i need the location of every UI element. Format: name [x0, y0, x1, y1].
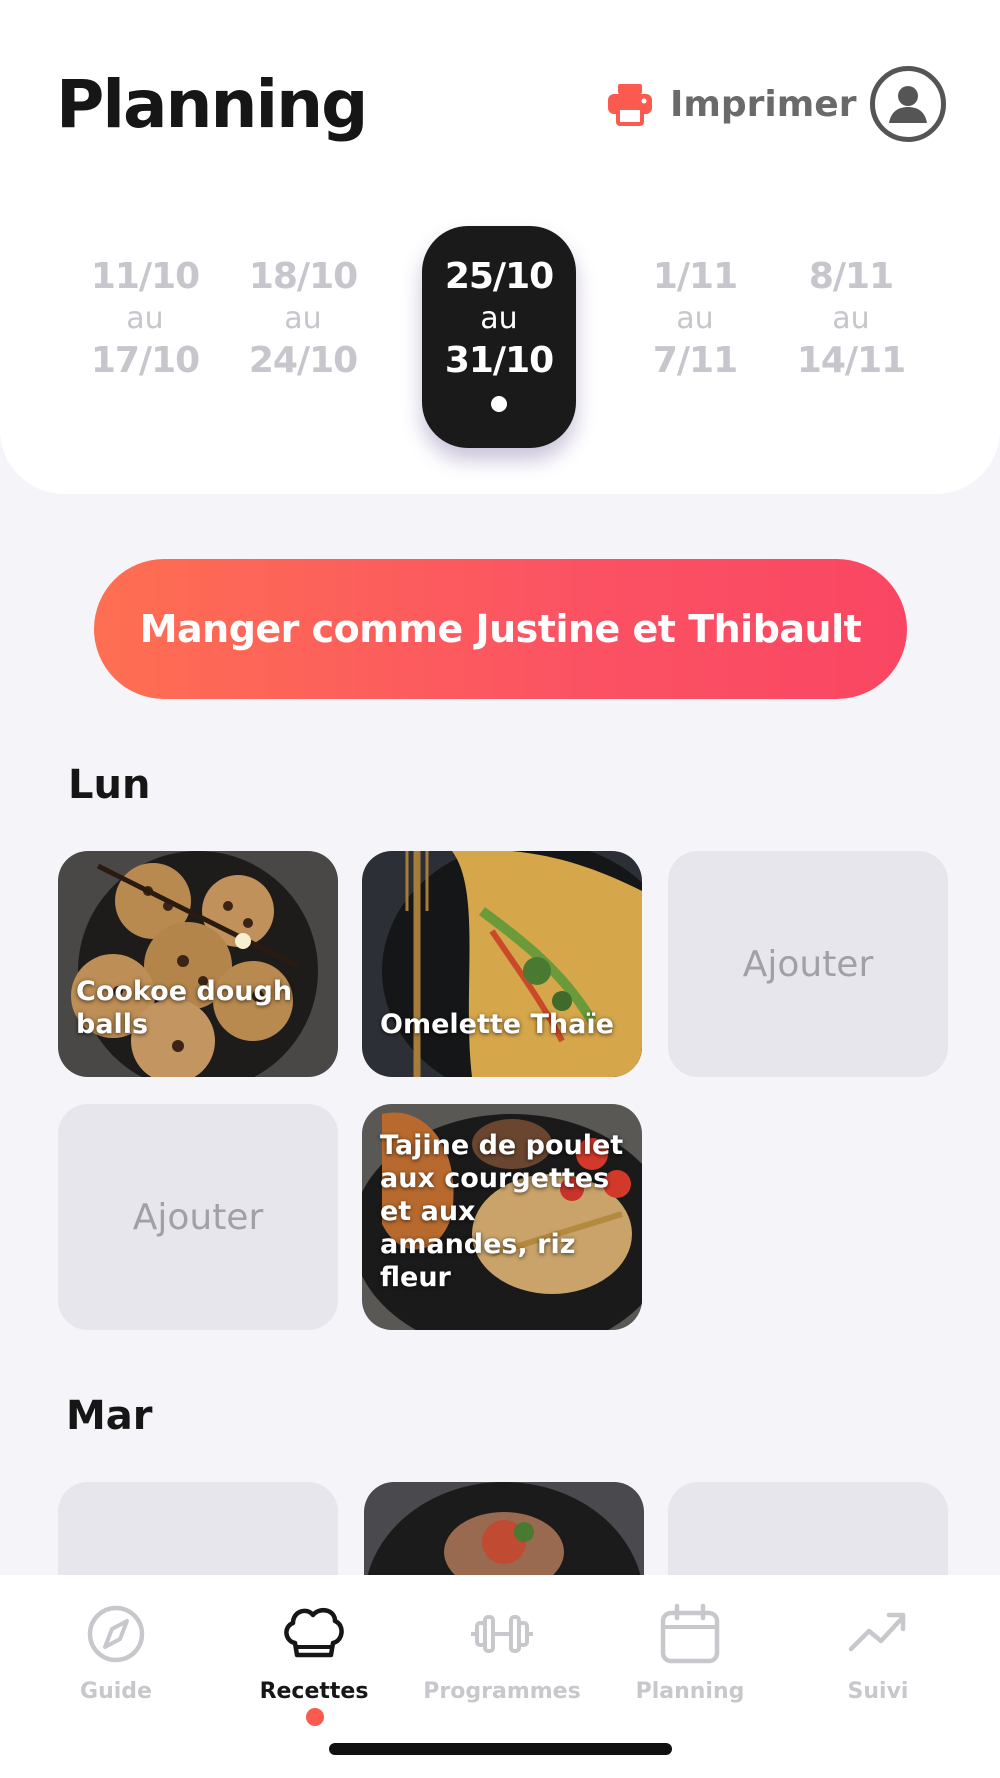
tab-guide[interactable]: Guide — [26, 1603, 206, 1704]
omelette-image — [362, 851, 642, 1077]
trend-icon — [848, 1612, 906, 1652]
week-start: 8/11 — [808, 256, 894, 297]
home-indicator[interactable] — [329, 1743, 672, 1755]
add-meal-button[interactable]: Ajouter — [58, 1104, 338, 1330]
week-end: 24/10 — [248, 340, 358, 381]
week-sep: au — [126, 301, 164, 336]
week-end: 14/11 — [796, 340, 906, 381]
tab-recettes[interactable]: Recettes — [224, 1603, 404, 1704]
week-end: 31/10 — [444, 340, 554, 381]
week-option-4[interactable]: 1/11 au 7/11 — [620, 226, 770, 448]
compass-icon — [87, 1605, 145, 1663]
cookie-dough-image — [58, 851, 338, 1077]
tab-label: Recettes — [259, 1679, 369, 1704]
print-button[interactable]: Imprimer — [606, 78, 856, 130]
day-label-lun: Lun — [68, 762, 151, 808]
week-start: 25/10 — [444, 256, 554, 297]
chef-hat-icon — [284, 1607, 344, 1658]
tab-programmes[interactable]: Programmes — [412, 1603, 592, 1704]
tab-label: Suivi — [847, 1679, 909, 1704]
week-sep: au — [480, 301, 518, 336]
print-label: Imprimer — [670, 83, 857, 125]
add-label: Ajouter — [742, 943, 874, 985]
calendar-icon — [660, 1603, 720, 1664]
meal-tile-tajine[interactable]: Tajine de poulet aux courgettes et aux a… — [362, 1104, 642, 1330]
tab-label: Planning — [635, 1679, 745, 1704]
day-label-mar: Mar — [66, 1393, 153, 1439]
week-start: 1/11 — [652, 256, 738, 297]
tab-planning[interactable]: Planning — [600, 1603, 780, 1704]
add-label: Ajouter — [132, 1196, 264, 1238]
week-end: 7/11 — [652, 340, 738, 381]
week-option-2[interactable]: 18/10 au 24/10 — [228, 226, 378, 448]
meal-tile-omelette[interactable]: Omelette Thaïe — [362, 851, 642, 1077]
week-start: 11/10 — [90, 256, 200, 297]
current-week-dot — [491, 396, 507, 412]
add-meal-button[interactable]: Ajouter — [668, 851, 948, 1077]
week-option-1[interactable]: 11/10 au 17/10 — [70, 226, 220, 448]
week-sep: au — [284, 301, 322, 336]
week-end: 17/10 — [90, 340, 200, 381]
user-icon — [889, 86, 927, 123]
tab-label: Programmes — [423, 1679, 581, 1704]
tab-suivi[interactable]: Suivi — [788, 1603, 968, 1704]
printer-icon — [608, 84, 652, 126]
week-sep: au — [832, 301, 870, 336]
week-option-5[interactable]: 8/11 au 14/11 — [776, 226, 926, 448]
active-tab-indicator — [306, 1708, 324, 1726]
week-sep: au — [676, 301, 714, 336]
profile-button[interactable] — [870, 66, 946, 142]
week-start: 18/10 — [248, 256, 358, 297]
eat-like-button[interactable]: Manger comme Justine et Thibault — [94, 559, 907, 699]
meal-title: Tajine de poulet aux courgettes et aux a… — [380, 1130, 624, 1293]
meal-title: Cookoe dough balls — [76, 976, 293, 1040]
week-option-3-active[interactable]: 25/10 au 31/10 — [422, 226, 576, 448]
tab-label: Guide — [80, 1679, 152, 1704]
meal-title: Omelette Thaïe — [380, 1009, 614, 1040]
page-title: Planning — [56, 66, 368, 143]
meal-tile-cookie-dough[interactable]: Cookoe dough balls — [58, 851, 338, 1077]
dumbbell-icon — [471, 1615, 533, 1653]
